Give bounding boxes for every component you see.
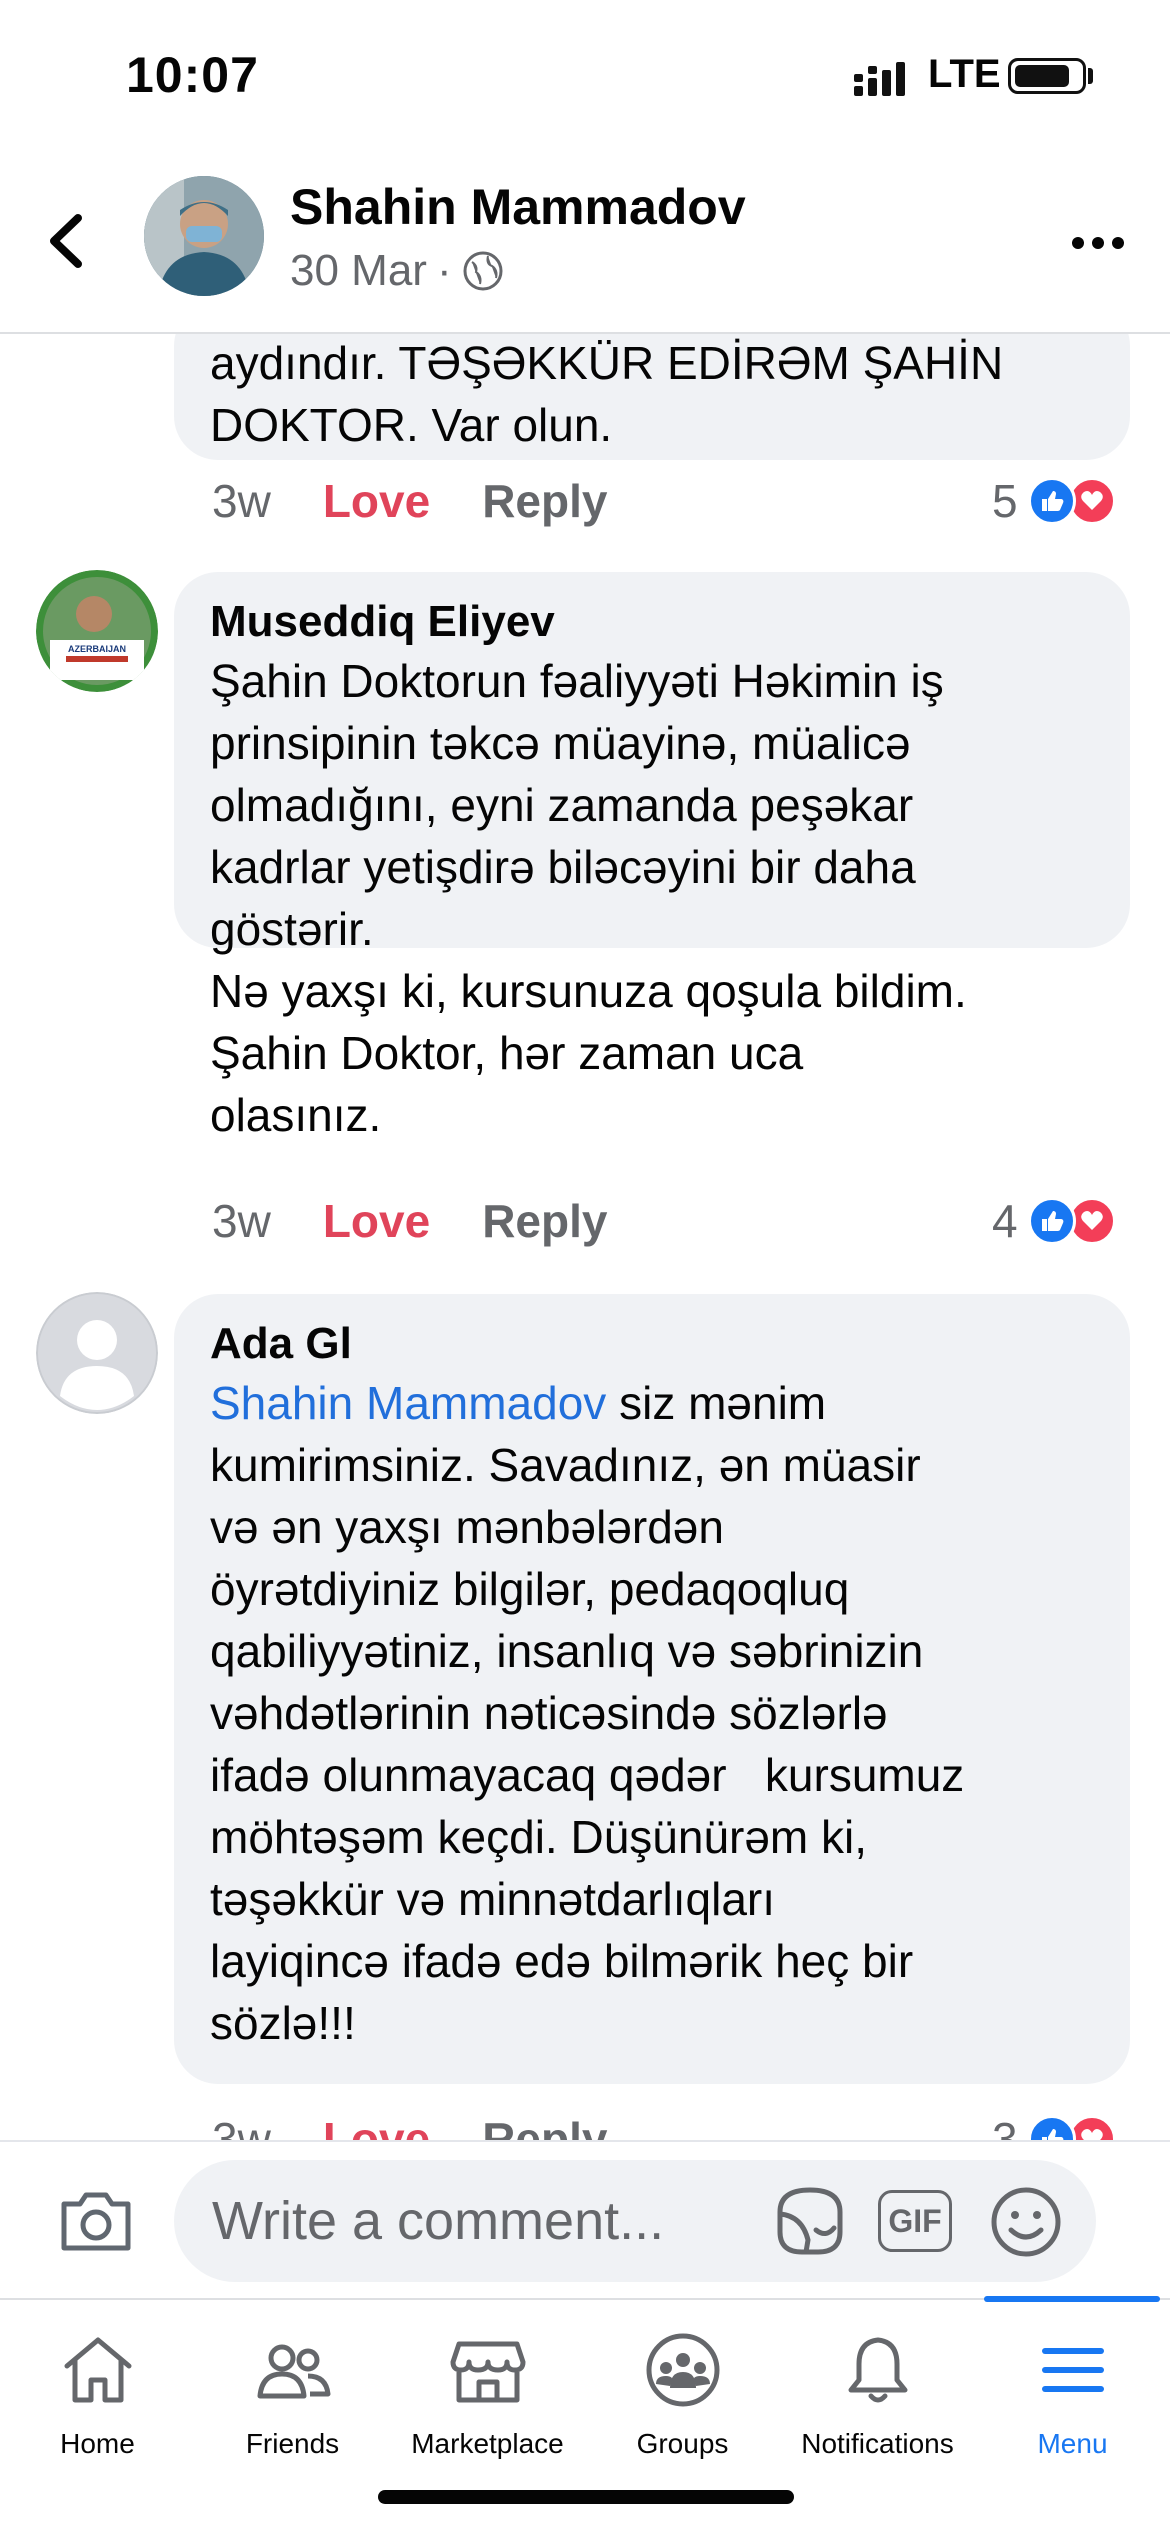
reactions-summary[interactable]: 3: [992, 2112, 1128, 2140]
comment-author[interactable]: Ada Gl: [210, 1316, 1094, 1372]
commenter-photo-icon: AZERBAIJAN: [36, 570, 158, 692]
like-reaction-icon: [1027, 477, 1076, 525]
marketplace-icon: [450, 2341, 525, 2403]
comment-bubble[interactable]: Museddiq Eliyev Şahin Doktorun fəaliyyət…: [174, 572, 1130, 1141]
comment-placeholder: Write a comment...: [212, 2191, 665, 2251]
comment-age: 3w: [212, 1195, 271, 1247]
back-chevron-icon[interactable]: [38, 206, 98, 276]
like-reaction-icon: [1027, 2115, 1076, 2140]
more-options-icon[interactable]: [1068, 228, 1128, 258]
menu-icon: [1041, 2348, 1104, 2392]
author-name[interactable]: Shahin Mammadov: [290, 178, 746, 236]
status-time: 10:07: [126, 47, 259, 103]
comment-text: Shahin Mammadov siz mənim kumirimsiniz. …: [210, 1372, 1094, 2054]
comment-actions: 3w Love Reply: [212, 2112, 607, 2140]
tab-label: Notifications: [801, 2428, 954, 2459]
tab-home[interactable]: Home: [0, 2300, 195, 2480]
comment-age: 3w: [212, 2113, 271, 2140]
commenter-avatar[interactable]: [36, 1292, 158, 1414]
default-avatar-icon: [36, 1292, 158, 1414]
comment-author[interactable]: Museddiq Eliyev: [210, 594, 1094, 650]
globe-icon: [463, 251, 503, 291]
tab-friends[interactable]: Friends: [195, 2300, 390, 2480]
reaction-count: 5: [992, 475, 1018, 527]
friends-icon: [257, 2344, 330, 2399]
comment-body: siz mənim kumirimsiniz. Savadınız, ən mü…: [210, 1377, 965, 2049]
love-button[interactable]: Love: [323, 474, 430, 528]
love-button[interactable]: Love: [323, 2112, 430, 2140]
doctor-photo-icon: [144, 176, 264, 296]
comment-bubble[interactable]: Ada Gl Shahin Mammadov siz mənim kumirim…: [174, 1294, 1130, 2084]
reactions-summary[interactable]: 4: [992, 1194, 1128, 1248]
tab-label: Menu: [1037, 2428, 1108, 2459]
comments-feed[interactable]: aydındır. TƏŞƏKKÜR EDİRƏM ŞAHİN DOKTOR. …: [0, 332, 1170, 2140]
meta-separator: ·: [436, 246, 452, 295]
battery-tip: [1088, 68, 1093, 84]
bell-icon: [848, 2337, 907, 2403]
comment-actions: 3w Love Reply: [212, 474, 607, 528]
camera-icon[interactable]: [56, 2186, 136, 2256]
tab-label: Home: [60, 2428, 135, 2459]
tab-menu[interactable]: Menu: [975, 2300, 1170, 2480]
reply-button[interactable]: Reply: [482, 1194, 607, 1248]
network-label: LTE: [928, 52, 1001, 96]
comment-bubble[interactable]: aydındır. TƏŞƏKKÜR EDİRƏM ŞAHİN DOKTOR. …: [174, 332, 1130, 460]
reply-button[interactable]: Reply: [482, 2112, 607, 2140]
tab-groups[interactable]: Groups: [585, 2300, 780, 2480]
author-avatar[interactable]: [144, 176, 264, 296]
groups-icon: [646, 2333, 719, 2407]
comment-text: aydındır. TƏŞƏKKÜR EDİRƏM ŞAHİN DOKTOR. …: [210, 337, 1004, 451]
reaction-count: 4: [992, 1195, 1018, 1247]
home-icon: [64, 2337, 131, 2403]
reaction-count: 3: [992, 2113, 1018, 2140]
mention-link[interactable]: Shahin Mammadov: [210, 1377, 606, 1429]
comment-actions: 3w Love Reply: [212, 1194, 607, 1248]
comment-composer: Write a comment... GIF: [0, 2140, 1170, 2300]
post-date: 30 Mar: [290, 246, 427, 295]
tab-marketplace[interactable]: Marketplace: [390, 2300, 585, 2480]
like-reaction-icon: [1027, 1197, 1076, 1245]
post-header: Shahin Mammadov 30 Mar ·: [0, 150, 1170, 334]
comment-text: Şahin Doktorun fəaliyyəti Həkimin iş pri…: [210, 655, 967, 1141]
signal-icon: [854, 62, 905, 96]
comment-age: 3w: [212, 475, 271, 527]
reply-button[interactable]: Reply: [482, 474, 607, 528]
home-indicator: [378, 2490, 794, 2504]
status-bar: 10:07 LTE: [0, 0, 1170, 150]
tab-label: Friends: [245, 2428, 340, 2459]
sticker-icon[interactable]: [772, 2182, 848, 2260]
svg-text:AZERBAIJAN: AZERBAIJAN: [68, 644, 126, 654]
commenter-avatar[interactable]: AZERBAIJAN: [36, 570, 158, 692]
tab-label: Groups: [636, 2428, 729, 2459]
tab-label: Marketplace: [411, 2428, 564, 2459]
gif-button[interactable]: GIF: [878, 2190, 952, 2252]
love-button[interactable]: Love: [323, 1194, 430, 1248]
post-meta: 30 Mar ·: [290, 246, 504, 296]
comment-input[interactable]: Write a comment... GIF: [174, 2160, 1096, 2282]
battery-icon: [1008, 58, 1086, 94]
tab-notifications[interactable]: Notifications: [780, 2300, 975, 2480]
reactions-summary[interactable]: 5: [992, 474, 1128, 528]
emoji-icon[interactable]: [990, 2186, 1062, 2258]
